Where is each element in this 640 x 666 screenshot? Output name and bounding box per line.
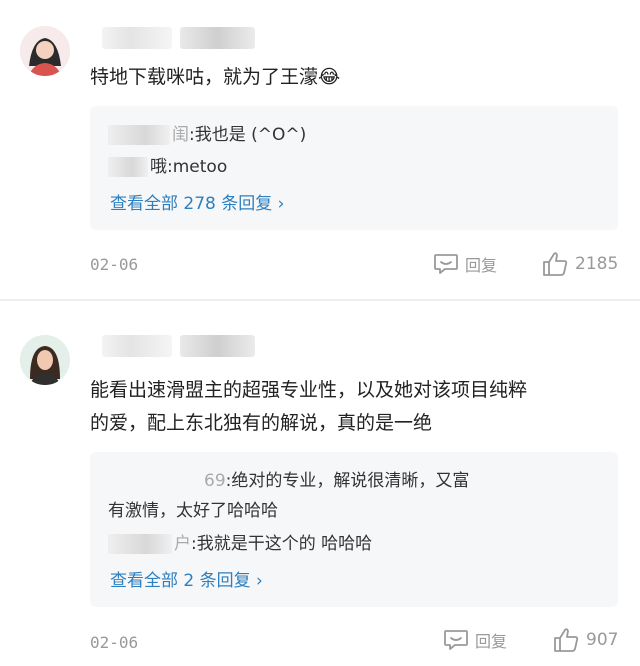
comment-bubble-icon	[434, 254, 458, 274]
reply-button[interactable]: 回复	[443, 628, 507, 652]
avatar-illustration-icon	[20, 26, 70, 76]
comment-text: 特地下载咪咕，就为了王濛😂	[90, 66, 341, 88]
thumbs-up-icon	[554, 628, 579, 652]
username-blurred[interactable]	[180, 335, 255, 357]
reply-label: 回复	[465, 256, 498, 275]
comment-date: 02-06	[90, 255, 139, 274]
reply-preview-box[interactable]: 闺:我也是 (^O^) 哦:metoo 查看全部 278 条回复 ›	[90, 106, 618, 230]
reply-preview-line: 闺:我也是 (^O^)	[108, 120, 306, 150]
reply-button[interactable]: 回复	[433, 252, 497, 276]
reply-label: 回复	[475, 632, 508, 651]
avatar[interactable]	[20, 335, 70, 385]
like-count: 2185	[575, 254, 619, 274]
comment-text: 能看出速滑盟主的超强专业性，以及她对该项目纯粹 的爱，配上东北独有的解说，真的是…	[90, 379, 528, 434]
view-all-replies-link[interactable]: 查看全部 2 条回复 ›	[110, 566, 263, 591]
like-button[interactable]: 907	[552, 626, 618, 654]
reply-preview-line: 户:我就是干这个的 哈哈哈	[108, 529, 372, 559]
comment-date: 02-06	[90, 633, 139, 652]
reply-preview-line: 有激情，太好了哈哈哈	[108, 501, 278, 521]
avatar[interactable]	[20, 26, 70, 76]
like-button[interactable]: 2185	[541, 250, 618, 278]
comment-item: 特地下载咪咕，就为了王濛😂 闺:我也是 (^O^) 哦:metoo 查看全部 2…	[0, 0, 640, 300]
view-all-replies-link[interactable]: 查看全部 278 条回复 ›	[110, 189, 284, 214]
comment-item: 能看出速滑盟主的超强专业性，以及她对该项目纯粹 的爱，配上东北独有的解说，真的是…	[0, 302, 640, 666]
avatar-illustration-icon	[20, 335, 70, 385]
reply-preview-line: 哦:metoo	[108, 152, 227, 182]
reply-preview-box[interactable]: 69:绝对的专业，解说很清晰，又富 有激情，太好了哈哈哈 户:我就是干这个的 哈…	[90, 452, 618, 607]
username-blurred[interactable]	[102, 335, 172, 357]
thumbs-up-icon	[543, 252, 568, 276]
like-count: 907	[586, 630, 619, 650]
username-blurred[interactable]	[180, 27, 255, 49]
reply-preview-line: 69:绝对的专业，解说很清晰，又富	[108, 466, 469, 496]
username-blurred[interactable]	[102, 27, 172, 49]
comment-bubble-icon	[444, 630, 468, 650]
divider	[0, 299, 640, 301]
